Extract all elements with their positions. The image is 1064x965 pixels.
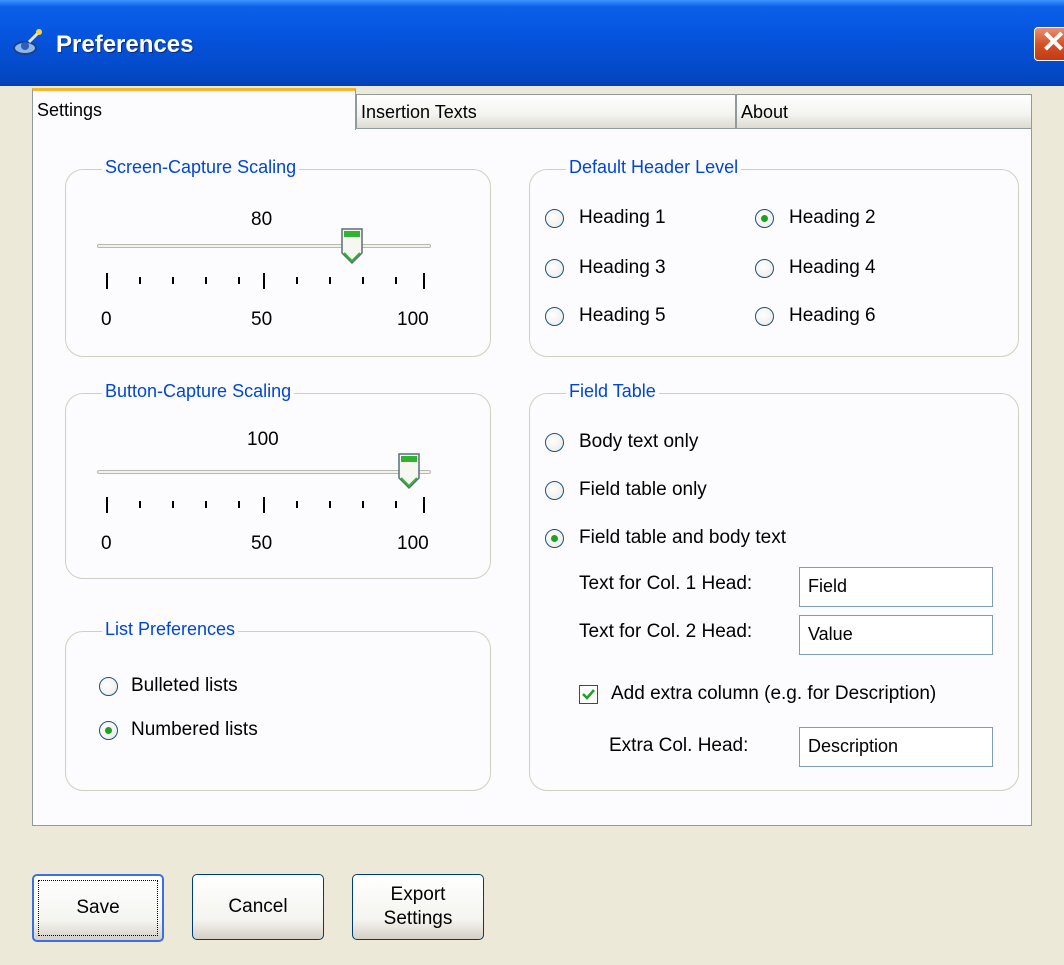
tick-major — [263, 273, 265, 289]
window-title: Preferences — [56, 31, 194, 58]
tab-label: Settings — [37, 100, 103, 120]
radio-label: Heading 2 — [789, 207, 876, 228]
slider-min-label: 0 — [101, 533, 112, 554]
button-capture-slider-track[interactable] — [97, 470, 431, 474]
radio-label: Body text only — [579, 431, 699, 452]
add-extra-column-checkbox[interactable] — [579, 685, 598, 704]
tick-minor — [296, 501, 298, 508]
extra-col-head-input[interactable]: Description — [799, 727, 993, 767]
tick-minor — [238, 501, 240, 508]
slider-max-label: 100 — [397, 533, 429, 554]
tick-minor — [395, 277, 397, 284]
group-title: Default Header Level — [566, 157, 742, 178]
tick-minor — [172, 501, 174, 508]
radio-label: Field table and body text — [579, 527, 787, 548]
col2-head-input[interactable]: Value — [799, 615, 993, 655]
radio-label: Bulleted lists — [131, 675, 238, 696]
close-icon: ✕ — [1041, 26, 1064, 59]
tick-minor — [238, 277, 240, 284]
tick-major — [423, 497, 425, 513]
radio-label: Heading 5 — [579, 305, 666, 326]
tick-minor — [172, 277, 174, 284]
radio-label: Heading 6 — [789, 305, 876, 326]
body-text-only-radio[interactable] — [545, 433, 564, 452]
group-title: Screen-Capture Scaling — [102, 157, 300, 178]
settings-panel: Screen-Capture Scaling 80 0 50 100 Butto… — [32, 128, 1032, 826]
tick-minor — [362, 501, 364, 508]
slider-min-label: 0 — [101, 309, 112, 330]
add-extra-column-label: Add extra column (e.g. for Description) — [611, 683, 937, 704]
cancel-button[interactable]: Cancel — [192, 874, 324, 940]
tick-minor — [139, 277, 141, 284]
checkmark-icon — [582, 689, 595, 700]
tick-minor — [296, 277, 298, 284]
radio-label: Heading 1 — [579, 207, 666, 228]
save-button[interactable]: Save — [32, 874, 164, 942]
slider-max-label: 100 — [397, 309, 429, 330]
tab-label: About — [741, 102, 789, 122]
cancel-button-label: Cancel — [228, 896, 288, 917]
tick-major — [423, 273, 425, 289]
radio-label: Heading 3 — [579, 257, 666, 278]
radio-label: Field table only — [579, 479, 707, 500]
field-table-and-body-text-radio[interactable] — [545, 529, 564, 548]
tick-minor — [395, 501, 397, 508]
tab-about[interactable]: About — [736, 94, 1032, 128]
tab-settings[interactable]: Settings — [32, 88, 356, 130]
col1-head-input[interactable]: Field — [799, 567, 993, 607]
numbered-lists-radio[interactable] — [99, 721, 118, 740]
group-title: Field Table — [566, 381, 659, 402]
field-table-only-radio[interactable] — [545, 481, 564, 500]
heading-6-radio[interactable] — [755, 307, 774, 326]
screen-capture-slider-track[interactable] — [97, 244, 431, 248]
col1-head-label: Text for Col. 1 Head: — [579, 573, 753, 594]
heading-4-radio[interactable] — [755, 259, 774, 278]
tick-minor — [205, 277, 207, 284]
slider-value: 80 — [251, 209, 273, 230]
bulleted-lists-radio[interactable] — [99, 677, 118, 696]
group-title: Button-Capture Scaling — [102, 381, 295, 402]
tick-minor — [329, 277, 331, 284]
tick-minor — [329, 501, 331, 508]
tick-major — [106, 497, 108, 513]
export-button-line1: Export — [390, 884, 446, 905]
close-button[interactable]: ✕ — [1034, 26, 1064, 61]
tick-minor — [205, 501, 207, 508]
button-capture-slider-thumb[interactable] — [397, 452, 421, 490]
export-button-line2: Settings — [383, 908, 453, 929]
heading-3-radio[interactable] — [545, 259, 564, 278]
slider-value: 100 — [247, 429, 279, 450]
tick-minor — [362, 277, 364, 284]
group-title: List Preferences — [102, 619, 239, 640]
app-icon — [13, 29, 42, 55]
list-preferences-group: List Preferences — [65, 619, 491, 791]
col2-head-label: Text for Col. 2 Head: — [579, 621, 753, 642]
radio-label: Numbered lists — [131, 719, 258, 740]
tick-minor — [139, 501, 141, 508]
export-settings-button[interactable]: Export Settings — [352, 874, 484, 940]
slider-mid-label: 50 — [251, 533, 273, 554]
tick-major — [106, 273, 108, 289]
heading-5-radio[interactable] — [545, 307, 564, 326]
tick-major — [263, 497, 265, 513]
heading-2-radio[interactable] — [755, 209, 774, 228]
slider-mid-label: 50 — [251, 309, 273, 330]
tab-insertion-texts[interactable]: Insertion Texts — [356, 94, 736, 128]
radio-label: Heading 4 — [789, 257, 876, 278]
focus-rectangle — [38, 880, 158, 936]
tab-label: Insertion Texts — [361, 102, 477, 122]
title-bar[interactable]: Preferences ✕ — [0, 0, 1064, 86]
screen-capture-slider-thumb[interactable] — [340, 227, 364, 265]
heading-1-radio[interactable] — [545, 209, 564, 228]
extra-col-head-label: Extra Col. Head: — [609, 735, 749, 756]
